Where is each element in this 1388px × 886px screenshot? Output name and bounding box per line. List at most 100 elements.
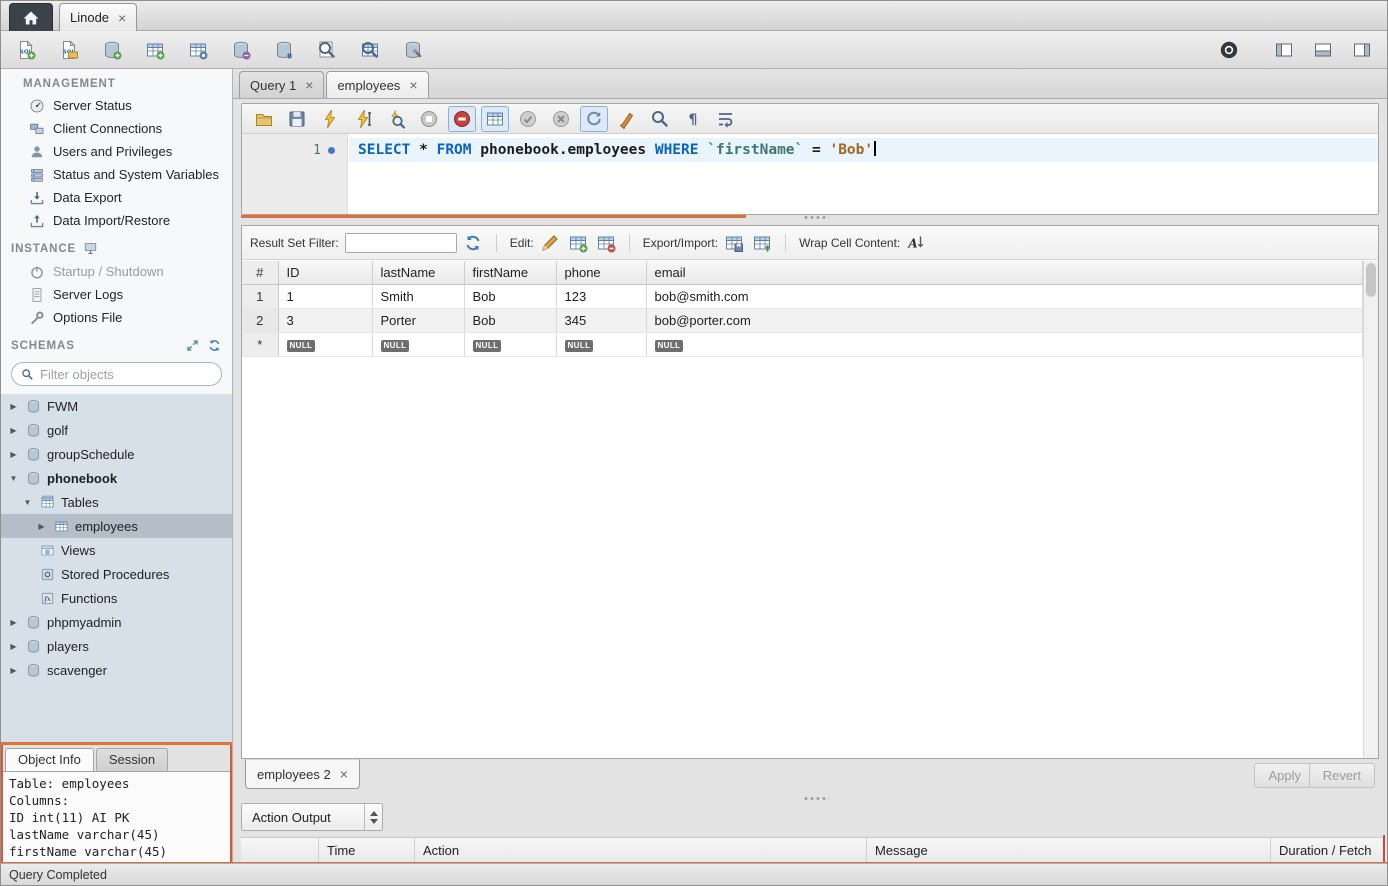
table-cell[interactable]: 3 [278,308,372,332]
open-file-button[interactable] [250,106,278,132]
editor-tab-query-1[interactable]: Query 1× [239,71,324,98]
sidebar-item-data-import-restore[interactable]: Data Import/Restore [1,209,232,232]
close-icon[interactable]: × [118,11,126,25]
tree-arrow-icon[interactable]: ▶ [7,666,20,675]
execute-current-button[interactable] [349,106,377,132]
results-scrollbar[interactable] [1363,261,1378,758]
result-set-tab[interactable]: employees 2 × [245,759,360,789]
save-button[interactable] [283,106,311,132]
wrap-cell-icon[interactable]: A [906,233,926,253]
create-view-button[interactable] [183,35,213,65]
sidebar-item-options-file[interactable]: Options File [1,306,232,329]
table-cell[interactable]: NULL [372,332,464,356]
tree-item-views[interactable]: Views [1,538,232,562]
table-cell[interactable]: NULL [556,332,646,356]
stepper-icon[interactable] [364,804,382,830]
tree-arrow-icon[interactable]: ▼ [7,474,20,483]
stop-on-error-button[interactable] [448,106,476,132]
table-row[interactable]: *NULLNULLNULLNULLNULL [242,332,1363,356]
editor-body[interactable]: 1 SELECT * FROM phonebook.employees WHER… [242,134,1378,214]
insert-row-icon[interactable] [568,233,588,253]
invisibles-button[interactable]: ¶ [679,106,707,132]
find-button[interactable] [646,106,674,132]
info-tab-object-info[interactable]: Object Info [5,748,94,771]
table-cell[interactable]: NULL [278,332,372,356]
beautify-button[interactable] [613,106,641,132]
export-recordset-icon[interactable] [724,233,744,253]
table-cell[interactable]: 1 [278,284,372,308]
find-objects-button[interactable] [355,35,385,65]
stop-button[interactable] [415,106,443,132]
sidebar-item-server-status[interactable]: Server Status [1,94,232,117]
create-function-button[interactable]: 0 [269,35,299,65]
tree-item-tables[interactable]: ▼Tables [1,490,232,514]
tree-arrow-icon[interactable]: ▶ [7,618,20,627]
database-admin-button[interactable] [398,35,428,65]
revert-button[interactable]: Revert [1309,763,1375,788]
toggle-secondary-sidebar-button[interactable] [1347,35,1377,65]
tree-item-scavenger[interactable]: ▶scavenger [1,658,232,682]
sidebar-item-server-logs[interactable]: Server Logs [1,283,232,306]
table-cell[interactable]: bob@smith.com [646,284,1363,308]
create-procedure-button[interactable] [226,35,256,65]
editor-results-splitter[interactable] [241,215,746,218]
sql-editor[interactable]: ¶ 1 SELECT * FROM phonebook.employees WH… [241,103,1379,215]
results-table[interactable]: #IDlastNamefirstNamephoneemail11SmithBob… [242,261,1363,357]
sidebar-item-startup-shutdown[interactable]: Startup / Shutdown [1,260,232,283]
sidebar-item-users-and-privileges[interactable]: Users and Privileges [1,140,232,163]
edit-record-icon[interactable] [540,233,560,253]
tree-item-functions[interactable]: fxFunctions [1,586,232,610]
tree-arrow-icon[interactable]: ▶ [35,522,48,531]
tree-item-players[interactable]: ▶players [1,634,232,658]
tree-item-stored-procedures[interactable]: Stored Procedures [1,562,232,586]
create-table-button[interactable] [140,35,170,65]
toggle-sidebar-button[interactable] [1269,35,1299,65]
info-tab-session[interactable]: Session [96,748,168,771]
tree-item-fwm[interactable]: ▶FWM [1,394,232,418]
import-records-icon[interactable] [752,233,772,253]
open-sql-script-button[interactable]: SQL [54,35,84,65]
close-icon[interactable]: × [340,767,348,781]
tree-arrow-icon[interactable]: ▶ [7,642,20,651]
limit-rows-button[interactable] [481,106,509,132]
results-grid[interactable]: #IDlastNamefirstNamephoneemail11SmithBob… [242,261,1363,758]
toggle-output-panel-button[interactable] [1308,35,1338,65]
create-schema-button[interactable] [97,35,127,65]
close-icon[interactable]: × [305,78,313,92]
execute-button[interactable] [316,106,344,132]
rollback-button[interactable] [547,106,575,132]
expand-schemas-icon[interactable] [185,338,200,353]
tree-arrow-icon[interactable]: ▶ [7,450,20,459]
column-header-phone[interactable]: phone [556,261,646,284]
sidebar-item-status-and-system-variables[interactable]: Status and System Variables [1,163,232,186]
table-row[interactable]: 11SmithBob123bob@smith.com [242,284,1363,308]
column-header-rownum[interactable]: # [242,261,278,284]
connection-tab[interactable]: Linode × [59,3,137,31]
home-tab[interactable] [9,3,53,31]
tree-item-phonebook[interactable]: ▼phonebook [1,466,232,490]
table-cell[interactable]: NULL [646,332,1363,356]
tree-arrow-icon[interactable]: ▶ [7,402,20,411]
table-cell[interactable]: bob@porter.com [646,308,1363,332]
table-cell[interactable]: 345 [556,308,646,332]
column-header-email[interactable]: email [646,261,1363,284]
output-selector[interactable]: Action Output [241,803,383,831]
table-row[interactable]: 23PorterBob345bob@porter.com [242,308,1363,332]
scrollbar-thumb[interactable] [1366,263,1376,297]
explain-button[interactable] [382,106,410,132]
apply-button[interactable]: Apply [1254,763,1315,788]
table-cell[interactable]: Porter [372,308,464,332]
editor-tab-employees[interactable]: employees× [326,71,428,98]
tree-item-groupschedule[interactable]: ▶groupSchedule [1,442,232,466]
schema-filter-input[interactable] [40,367,216,382]
sql-code[interactable]: SELECT * FROM phonebook.employees WHERE … [349,138,876,162]
sidebar-item-data-export[interactable]: Data Export [1,186,232,209]
result-filter-input[interactable] [345,233,457,253]
notification-button[interactable] [1214,35,1244,65]
tree-item-golf[interactable]: ▶golf [1,418,232,442]
column-header-firstname[interactable]: firstName [464,261,556,284]
close-icon[interactable]: × [409,78,417,92]
search-data-button[interactable] [312,35,342,65]
table-cell[interactable]: Bob [464,308,556,332]
tree-item-employees[interactable]: ▶employees [1,514,232,538]
